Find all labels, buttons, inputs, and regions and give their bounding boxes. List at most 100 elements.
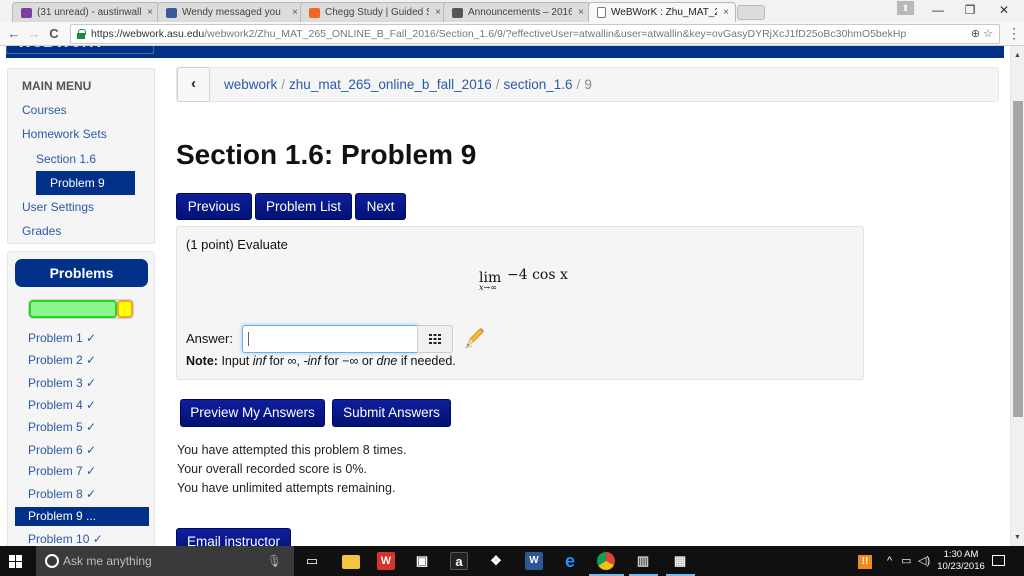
problem-list-item[interactable]: Problem 3 ✓ bbox=[28, 376, 96, 390]
problems-panel: Problems Problem 1 ✓ Problem 2 ✓ Problem… bbox=[7, 251, 155, 546]
breadcrumb-link-section[interactable]: section_1.6 bbox=[503, 77, 572, 92]
note-keyword-inf: inf bbox=[252, 354, 266, 368]
chegg-icon bbox=[309, 7, 320, 18]
problem-list-item[interactable]: Problem 1 ✓ bbox=[28, 331, 96, 345]
attempt-status: You have attempted this problem 8 times.… bbox=[177, 441, 407, 498]
close-icon[interactable]: × bbox=[578, 7, 584, 18]
menu-homework-sets[interactable]: Homework Sets bbox=[22, 127, 107, 141]
answer-input[interactable] bbox=[242, 325, 418, 353]
action-center-icon[interactable] bbox=[992, 555, 1005, 566]
problem-list-item[interactable]: Problem 6 ✓ bbox=[28, 443, 96, 457]
chrome-icon[interactable] bbox=[597, 552, 615, 570]
webwork-logo[interactable]: WeBWorK bbox=[6, 46, 154, 54]
attempts-count-text: You have attempted this problem 8 times. bbox=[177, 443, 407, 457]
main-menu: MAIN MENU Courses Homework Sets Section … bbox=[7, 68, 155, 244]
recorded-score-text: Your overall recorded score is 0%. bbox=[177, 462, 367, 476]
window-close-button[interactable]: ✕ bbox=[986, 0, 1022, 22]
close-icon[interactable]: × bbox=[292, 7, 298, 18]
dropbox-icon[interactable]: ❖ bbox=[487, 552, 505, 570]
problem-list-item[interactable]: Problem 2 ✓ bbox=[28, 353, 96, 367]
recycle-bin-icon[interactable]: ▥ bbox=[634, 552, 652, 570]
menu-problem-active[interactable]: Problem 9 bbox=[36, 171, 135, 195]
breadcrumb-link-course[interactable]: zhu_mat_265_online_b_fall_2016 bbox=[289, 77, 492, 92]
menu-grades[interactable]: Grades bbox=[22, 224, 61, 238]
breadcrumb-trail: webwork / zhu_mat_265_online_b_fall_2016/s… bbox=[224, 77, 592, 92]
cortana-search-box[interactable]: Ask me anything 🎙 bbox=[36, 546, 294, 576]
tab-chegg[interactable]: Chegg Study | Guided So × bbox=[300, 2, 448, 22]
tab-blackboard[interactable]: Announcements – 2016F × bbox=[443, 2, 591, 22]
file-explorer-icon[interactable] bbox=[342, 555, 360, 569]
browser-menu-icon[interactable]: ⋮ bbox=[1007, 25, 1021, 42]
next-button[interactable]: Next bbox=[355, 193, 406, 220]
webwork-page: WeBWorK MAIN MENU Courses Homework Sets … bbox=[0, 46, 1010, 546]
text-caret bbox=[248, 332, 249, 346]
system-clock[interactable]: 1:30 AM 10/23/2016 bbox=[935, 549, 987, 573]
back-button[interactable]: ← bbox=[5, 25, 23, 43]
gmail-icon bbox=[21, 7, 32, 18]
close-icon[interactable]: × bbox=[147, 7, 153, 18]
facebook-icon bbox=[166, 7, 177, 18]
scroll-thumb[interactable] bbox=[1013, 101, 1023, 417]
network-icon[interactable]: ▭ bbox=[901, 546, 911, 576]
problem-list-item[interactable]: Problem 5 ✓ bbox=[28, 420, 96, 434]
email-instructor-button[interactable]: Email instructor bbox=[176, 528, 291, 546]
problem-list-item[interactable]: Problem 7 ✓ bbox=[28, 464, 96, 478]
edge-icon[interactable]: e bbox=[561, 552, 579, 570]
show-hidden-icons[interactable]: ^ bbox=[887, 546, 892, 576]
calculator-icon[interactable]: ▦ bbox=[671, 552, 689, 570]
restore-button[interactable]: ❐ bbox=[952, 0, 988, 22]
new-tab-button[interactable] bbox=[737, 5, 765, 20]
url-host: https://webwork.asu.edu bbox=[91, 28, 205, 40]
reload-button[interactable]: C bbox=[45, 25, 63, 43]
task-view-icon[interactable]: ▭ bbox=[303, 552, 321, 570]
search-placeholder: Ask me anything bbox=[63, 554, 152, 568]
submit-answers-button[interactable]: Submit Answers bbox=[332, 399, 451, 427]
page-title: Section 1.6: Problem 9 bbox=[176, 139, 477, 170]
problem-list-item-active[interactable]: Problem 9 ... bbox=[15, 507, 149, 526]
tab-facebook[interactable]: Wendy messaged you × bbox=[157, 2, 305, 22]
problem-list-item[interactable]: Problem 10 ✓ bbox=[28, 532, 103, 546]
problem-body: (1 point) Evaluate lim x→∞ −4 cos x Answ… bbox=[176, 226, 864, 380]
tray-notification-icon[interactable]: !! bbox=[858, 546, 872, 576]
page-scrollbar[interactable]: ▲ ▼ bbox=[1010, 46, 1024, 546]
math-expression: −4 cos x bbox=[507, 267, 568, 283]
breadcrumb-separator: / bbox=[495, 77, 500, 92]
preview-answers-button[interactable]: Preview My Answers bbox=[180, 399, 325, 427]
windows-start-icon[interactable] bbox=[9, 555, 23, 568]
menu-courses[interactable]: Courses bbox=[22, 103, 67, 117]
store-icon[interactable]: ▣ bbox=[413, 552, 431, 570]
volume-icon[interactable]: ◁) bbox=[918, 546, 930, 576]
tab-gmail[interactable]: (31 unread) - austinwallin × bbox=[12, 2, 160, 22]
address-bar[interactable]: https://webwork.asu.edu/webwork2/Zhu_MAT… bbox=[70, 24, 1000, 44]
wps-office-icon[interactable]: W bbox=[377, 552, 395, 570]
blackboard-icon bbox=[452, 7, 463, 18]
word-icon[interactable]: W bbox=[525, 552, 543, 570]
forward-button[interactable]: → bbox=[25, 25, 43, 43]
minimize-button[interactable]: — bbox=[920, 0, 956, 22]
problem-list-button[interactable]: Problem List bbox=[255, 193, 352, 220]
close-icon[interactable]: × bbox=[723, 7, 729, 18]
note-label: Note: bbox=[186, 354, 218, 368]
equation-palette-button[interactable] bbox=[417, 325, 453, 353]
amazon-icon[interactable]: a bbox=[450, 552, 468, 570]
progress-bar bbox=[28, 299, 134, 319]
breadcrumb-link-webwork[interactable]: webwork bbox=[224, 77, 277, 92]
menu-section[interactable]: Section 1.6 bbox=[36, 152, 96, 166]
menu-user-settings[interactable]: User Settings bbox=[22, 200, 94, 214]
zoom-bookmark-icons[interactable]: ⊕ ☆ bbox=[966, 25, 993, 43]
close-icon[interactable]: × bbox=[435, 7, 441, 18]
scroll-up-icon[interactable]: ▲ bbox=[1014, 52, 1021, 59]
math-limit-subscript: x→∞ bbox=[479, 283, 497, 292]
clock-date: 10/23/2016 bbox=[937, 561, 985, 572]
cortana-icon bbox=[45, 554, 59, 568]
pencil-icon[interactable] bbox=[463, 327, 485, 349]
tab-webwork[interactable]: WeBWorK : Zhu_MAT_26 × bbox=[588, 2, 736, 22]
scroll-down-icon[interactable]: ▼ bbox=[1014, 534, 1021, 541]
profile-icon[interactable]: ⬆ bbox=[897, 1, 914, 15]
microphone-icon[interactable]: 🎙 bbox=[267, 546, 282, 576]
problem-list-item[interactable]: Problem 4 ✓ bbox=[28, 398, 96, 412]
breadcrumb-back-button[interactable]: ‹ bbox=[177, 67, 210, 102]
problem-list-item[interactable]: Problem 8 ✓ bbox=[28, 487, 96, 501]
limit-expression: lim x→∞ −4 cos x bbox=[479, 267, 568, 292]
previous-button[interactable]: Previous bbox=[176, 193, 252, 220]
